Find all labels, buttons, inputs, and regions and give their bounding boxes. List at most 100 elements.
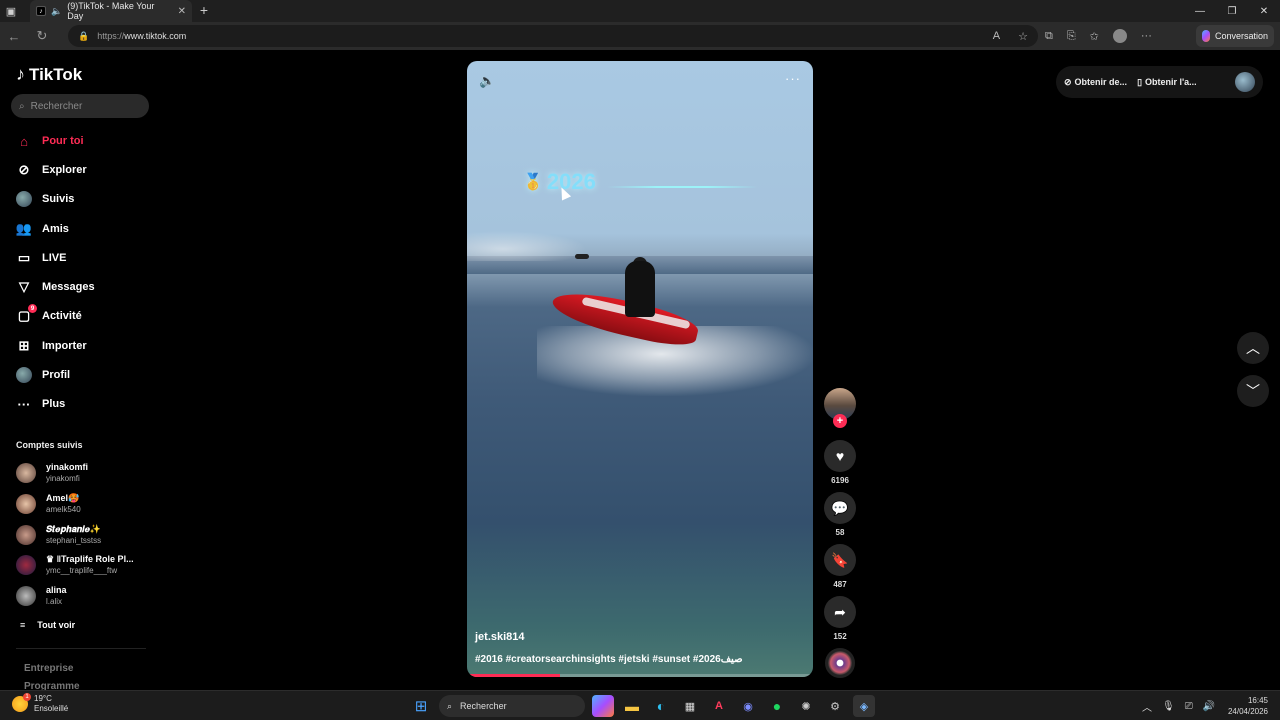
nav-item-live[interactable]: ▭ LIVE — [16, 247, 67, 269]
followed-account[interactable]: alina l.alix — [16, 583, 67, 609]
footer-link-program[interactable]: Programme — [24, 681, 80, 690]
comment-icon: 💬 — [831, 499, 849, 516]
volume-icon[interactable]: 🔊 — [1203, 701, 1215, 712]
window-menu-icon[interactable]: ▣ — [0, 0, 22, 22]
back-button[interactable]: ← — [0, 22, 28, 50]
previous-video-button[interactable]: ︿ — [1237, 332, 1269, 364]
favorite-star-icon[interactable]: ☆ — [1018, 30, 1028, 43]
followed-account[interactable]: yinakomfi yinakomfi — [16, 460, 88, 486]
following-accounts-heading: Comptes suivis — [16, 440, 83, 450]
user-avatar[interactable] — [1235, 72, 1255, 92]
browser-tab-bar: ▣ ♪ 🔈 (9)TikTok - Make Your Day ✕ + — ❐ … — [0, 0, 1280, 22]
weather-condition: Ensoleillé — [34, 704, 69, 713]
get-app-button[interactable]: ▯ Obtenir l'a... — [1137, 77, 1197, 88]
nav-label: Suivis — [42, 193, 75, 205]
nav-item-activity[interactable]: ▢ 9 Activité — [16, 304, 82, 327]
nav-item-messages[interactable]: ▽ Messages — [16, 276, 95, 298]
video-more-icon[interactable]: ··· — [785, 71, 801, 86]
split-screen-icon[interactable]: ⎘ — [1067, 30, 1076, 43]
more-dots-icon: ··· — [17, 396, 31, 412]
account-name: 𝑺𝒕𝒆𝒑𝒉𝒂𝒏𝒊𝒆✨ — [46, 524, 102, 534]
see-all-link[interactable]: ≡ Tout voir — [20, 620, 75, 630]
steam-icon[interactable]: ◈ — [853, 695, 875, 717]
favorites-icon[interactable]: ✩ — [1090, 30, 1099, 43]
store-icon[interactable]: ▦ — [679, 695, 701, 717]
nav-item-more[interactable]: ··· Plus — [16, 393, 66, 415]
following-avatar-icon — [16, 191, 32, 207]
restore-button[interactable]: ❐ — [1216, 0, 1248, 22]
save-button[interactable]: 🔖 — [824, 544, 856, 576]
microphone-icon[interactable]: 🎙 — [1162, 701, 1175, 712]
window-controls: — ❐ ✕ — [1184, 0, 1280, 22]
video-description: #2016 #creatorsearchinsights #jetski #su… — [475, 654, 743, 665]
followed-account[interactable]: Amel🥵 amelk540 — [16, 491, 81, 517]
volume-icon[interactable]: 🔈 — [479, 73, 495, 89]
music-disc-icon[interactable] — [825, 648, 855, 678]
close-window-button[interactable]: ✕ — [1248, 0, 1280, 22]
settings-gear-icon[interactable]: ⚙ — [824, 695, 846, 717]
weather-widget[interactable]: 1 19°C Ensoleillé — [12, 693, 69, 714]
windows-start-icon[interactable]: ⊞ — [410, 695, 432, 717]
compass-icon: ⊘ — [18, 162, 30, 177]
nav-item-for-you[interactable]: ⌂ Pour toi — [16, 130, 84, 152]
avatar — [16, 586, 36, 606]
nav-item-following[interactable]: Suivis — [16, 188, 74, 210]
address-bar-row: ← ↻ 🔒 https://www.tiktok.com A ☆ ⧉ ⎘ ✩ ·… — [0, 22, 1280, 50]
video-username[interactable]: jet.ski814 — [475, 631, 525, 643]
edge-browser-icon[interactable]: ◐ — [650, 695, 672, 717]
url-field[interactable]: 🔒 https://www.tiktok.com A ☆ — [68, 25, 1038, 47]
refresh-button[interactable]: ↻ — [28, 22, 56, 50]
speaker-icon[interactable]: 🔈 — [51, 6, 62, 17]
search-icon: ⌕ — [19, 100, 25, 112]
spotify-icon[interactable]: ● — [766, 695, 788, 717]
follow-plus-button[interactable]: + — [833, 414, 847, 428]
video-player[interactable]: 🥇 2026 🔈 ··· jet.ski814 #2016 #creatorse… — [467, 61, 813, 677]
activity-badge: 9 — [28, 304, 37, 313]
tiktok-favicon-icon: ♪ — [36, 6, 46, 16]
share-button[interactable]: ➦ — [824, 596, 856, 628]
nav-item-explore[interactable]: ⊘ Explorer — [16, 159, 87, 181]
save-count: 487 — [833, 580, 847, 589]
get-coins-button[interactable]: ⊘ Obtenir de... — [1064, 77, 1127, 88]
rider — [625, 261, 655, 317]
new-tab-button[interactable]: + — [196, 2, 212, 18]
windows-taskbar: 1 19°C Ensoleillé ⊞ ⌕ Rechercher ▬ ◐ ▦ A… — [0, 690, 1280, 720]
profile-icon[interactable] — [1112, 29, 1127, 43]
like-button[interactable]: ♥ — [824, 440, 856, 472]
followed-account[interactable]: 𝑺𝒕𝒆𝒑𝒉𝒂𝒏𝒊𝒆✨ stephani_tsstss — [16, 522, 101, 548]
nav-item-profile[interactable]: Profil — [16, 364, 70, 386]
network-icon[interactable]: ⎚ — [1185, 701, 1193, 712]
avatar — [16, 463, 36, 483]
chatgpt-icon[interactable]: ✺ — [795, 695, 817, 717]
browser-tab[interactable]: ♪ 🔈 (9)TikTok - Make Your Day ✕ — [30, 0, 192, 22]
tiktok-logo[interactable]: ♪ TikTok — [16, 64, 82, 85]
nav-item-friends[interactable]: 👥 Amis — [16, 218, 69, 240]
taskbar-search[interactable]: ⌕ Rechercher — [439, 695, 585, 717]
file-explorer-icon[interactable]: ▬ — [621, 695, 643, 717]
top-right-actions: ⊘ Obtenir de... ▯ Obtenir l'a... — [1056, 66, 1263, 98]
settings-more-icon[interactable]: ··· — [1141, 30, 1152, 42]
footer-link-company[interactable]: Entreprise — [24, 663, 73, 674]
friends-icon: 👥 — [15, 221, 33, 236]
nav-label: Plus — [42, 398, 66, 410]
read-aloud-icon[interactable]: A — [993, 30, 1000, 43]
copilot-conversation-button[interactable]: Conversation — [1196, 25, 1274, 47]
discord-icon[interactable]: ◉ — [737, 695, 759, 717]
copilot-app-icon[interactable] — [592, 695, 614, 717]
next-video-button[interactable]: ﹀ — [1237, 375, 1269, 407]
account-handle: amelk540 — [46, 505, 81, 514]
tab-close-icon[interactable]: ✕ — [178, 6, 186, 17]
comment-button[interactable]: 💬 — [824, 492, 856, 524]
taskbar-clock[interactable]: 16:45 24/04/2026 — [1222, 695, 1268, 717]
minimize-button[interactable]: — — [1184, 0, 1216, 22]
activity-icon: ▢ 9 — [16, 304, 37, 324]
account-name: Amel🥵 — [46, 493, 80, 503]
tray-chevron-up-icon[interactable]: ︿ — [1142, 699, 1152, 714]
live-tv-icon: ▭ — [17, 250, 31, 265]
extensions-icon[interactable]: ⧉ — [1045, 30, 1053, 43]
search-input[interactable]: ⌕ Rechercher — [11, 94, 149, 118]
followed-account[interactable]: ♛ ‖Traplife Role Pl... ymc__traplife___ft… — [16, 552, 134, 578]
video-progress-bar[interactable] — [467, 674, 813, 677]
nav-item-upload[interactable]: ⊞ Importer — [16, 335, 87, 357]
affinity-icon[interactable]: A — [708, 695, 730, 717]
